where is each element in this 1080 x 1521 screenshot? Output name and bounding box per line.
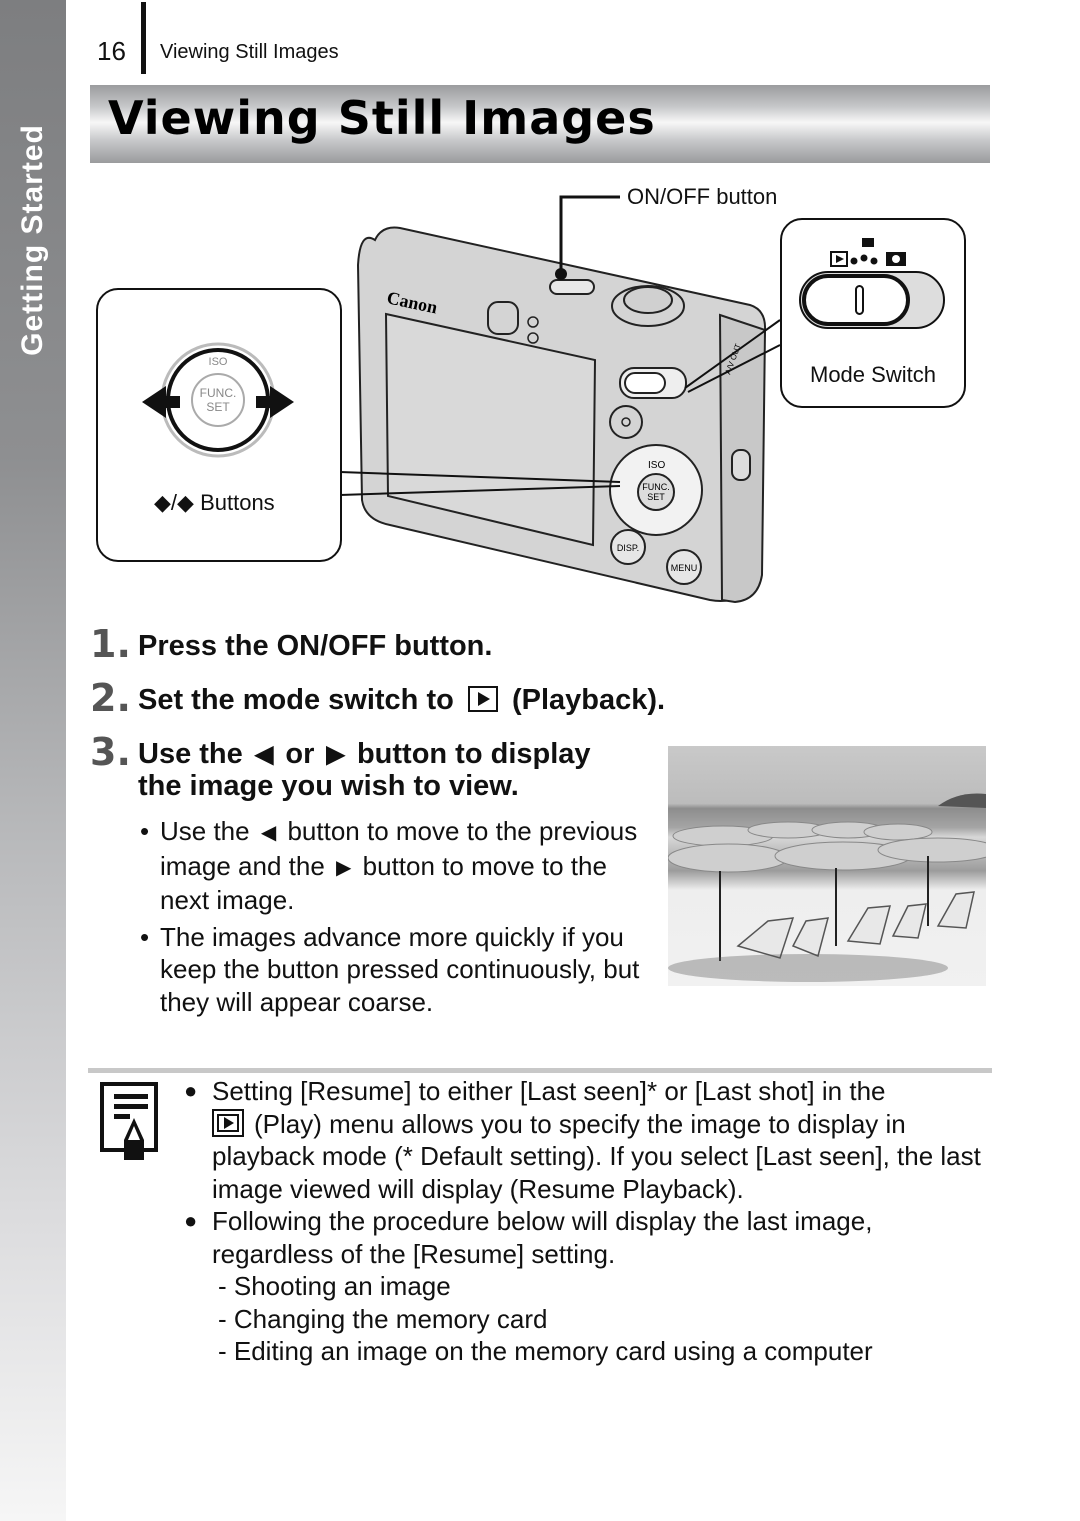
- on-off-leader-line: [559, 195, 620, 274]
- svg-text:FUNC.: FUNC.: [200, 386, 237, 400]
- page-number: 16: [97, 36, 126, 66]
- memo-pencil-icon: [100, 1082, 158, 1160]
- viewfinder: [487, 301, 519, 335]
- step-2: 2. Set the mode switch to (Playback).: [90, 676, 666, 720]
- bullet-item: The images advance more quickly if you k…: [140, 921, 640, 1019]
- left-arrow-icon: ◀: [254, 741, 274, 768]
- play-menu-icon: [212, 1108, 244, 1137]
- right-arrow-icon: ▶: [336, 856, 352, 879]
- on-off-button-label: ON/OFF button: [627, 184, 778, 209]
- header-divider: [141, 2, 146, 74]
- left-right-arrow-icons: ◆/◆: [154, 490, 194, 515]
- title-bar: Viewing Still Images: [90, 85, 990, 163]
- arrow-buttons-callout: FUNC. SET ISO ◆/◆ Buttons: [96, 288, 342, 562]
- playback-icon: [467, 686, 498, 712]
- note-sub-item: - Shooting an image: [218, 1271, 451, 1301]
- sample-beach-photo: [668, 746, 986, 986]
- mode-switch-detail: [799, 238, 945, 329]
- note-divider: [88, 1068, 992, 1073]
- func-label-1: FUNC.: [642, 482, 670, 492]
- section-label: Getting Started: [16, 124, 49, 356]
- step-3-details: Use the ◀ button to move to the previous…: [140, 815, 640, 1022]
- note-sub-item: - Editing an image on the memory card us…: [218, 1336, 873, 1366]
- page-title: Viewing Still Images: [108, 91, 656, 145]
- svg-text:SET: SET: [206, 400, 230, 414]
- movie-mode-icon: [862, 238, 874, 247]
- step-1: 1. Press the ON/OFF button.: [90, 622, 492, 666]
- step-3: 3. Use the ◀ or ▶ button to display: [90, 730, 591, 774]
- running-head: Viewing Still Images: [160, 41, 339, 63]
- step-number: 2.: [90, 676, 131, 720]
- iso-label: ISO: [648, 460, 665, 471]
- menu-label: MENU: [671, 563, 698, 573]
- camera-body: FUNC. SET ISO DISP. MENU Canon A/V OUT: [356, 226, 767, 604]
- arrow-buttons-label: ◆/◆ Buttons: [154, 490, 275, 515]
- func-label-2: SET: [647, 492, 665, 502]
- disp-label: DISP.: [617, 543, 639, 553]
- left-arrow-icon: ◀: [260, 822, 277, 844]
- step-3-line-2: the image you wish to view.: [138, 770, 519, 802]
- bullet-item: Use the ◀ button to move to the previous…: [140, 815, 640, 917]
- left-arrow-icon: [142, 386, 180, 418]
- note-section: Setting [Resume] to either [Last seen]* …: [184, 1075, 994, 1368]
- step-number: 3.: [90, 730, 131, 774]
- camera-figure: FUNC. SET ISO DISP. MENU Canon A/V OUT O…: [90, 170, 990, 610]
- svg-text:ISO: ISO: [209, 356, 228, 368]
- note-item: Setting [Resume] to either [Last seen]* …: [184, 1075, 994, 1205]
- right-arrow-icon: ▶: [326, 741, 345, 768]
- note-item: Following the procedure below will displ…: [184, 1205, 994, 1270]
- right-arrow-icon: [256, 386, 294, 418]
- beach-scene: [668, 793, 986, 982]
- note-sub-item: - Changing the memory card: [218, 1303, 548, 1334]
- step-number: 1.: [90, 622, 131, 666]
- mode-switch-label: Mode Switch: [810, 362, 936, 387]
- on-off-button: [549, 279, 595, 295]
- section-side-tab: Getting Started: [0, 0, 66, 1521]
- mode-switch-callout: Mode Switch: [780, 218, 966, 408]
- step-text: Press the ON/OFF button.: [138, 630, 493, 662]
- control-dial-detail: FUNC. SET ISO: [142, 342, 294, 458]
